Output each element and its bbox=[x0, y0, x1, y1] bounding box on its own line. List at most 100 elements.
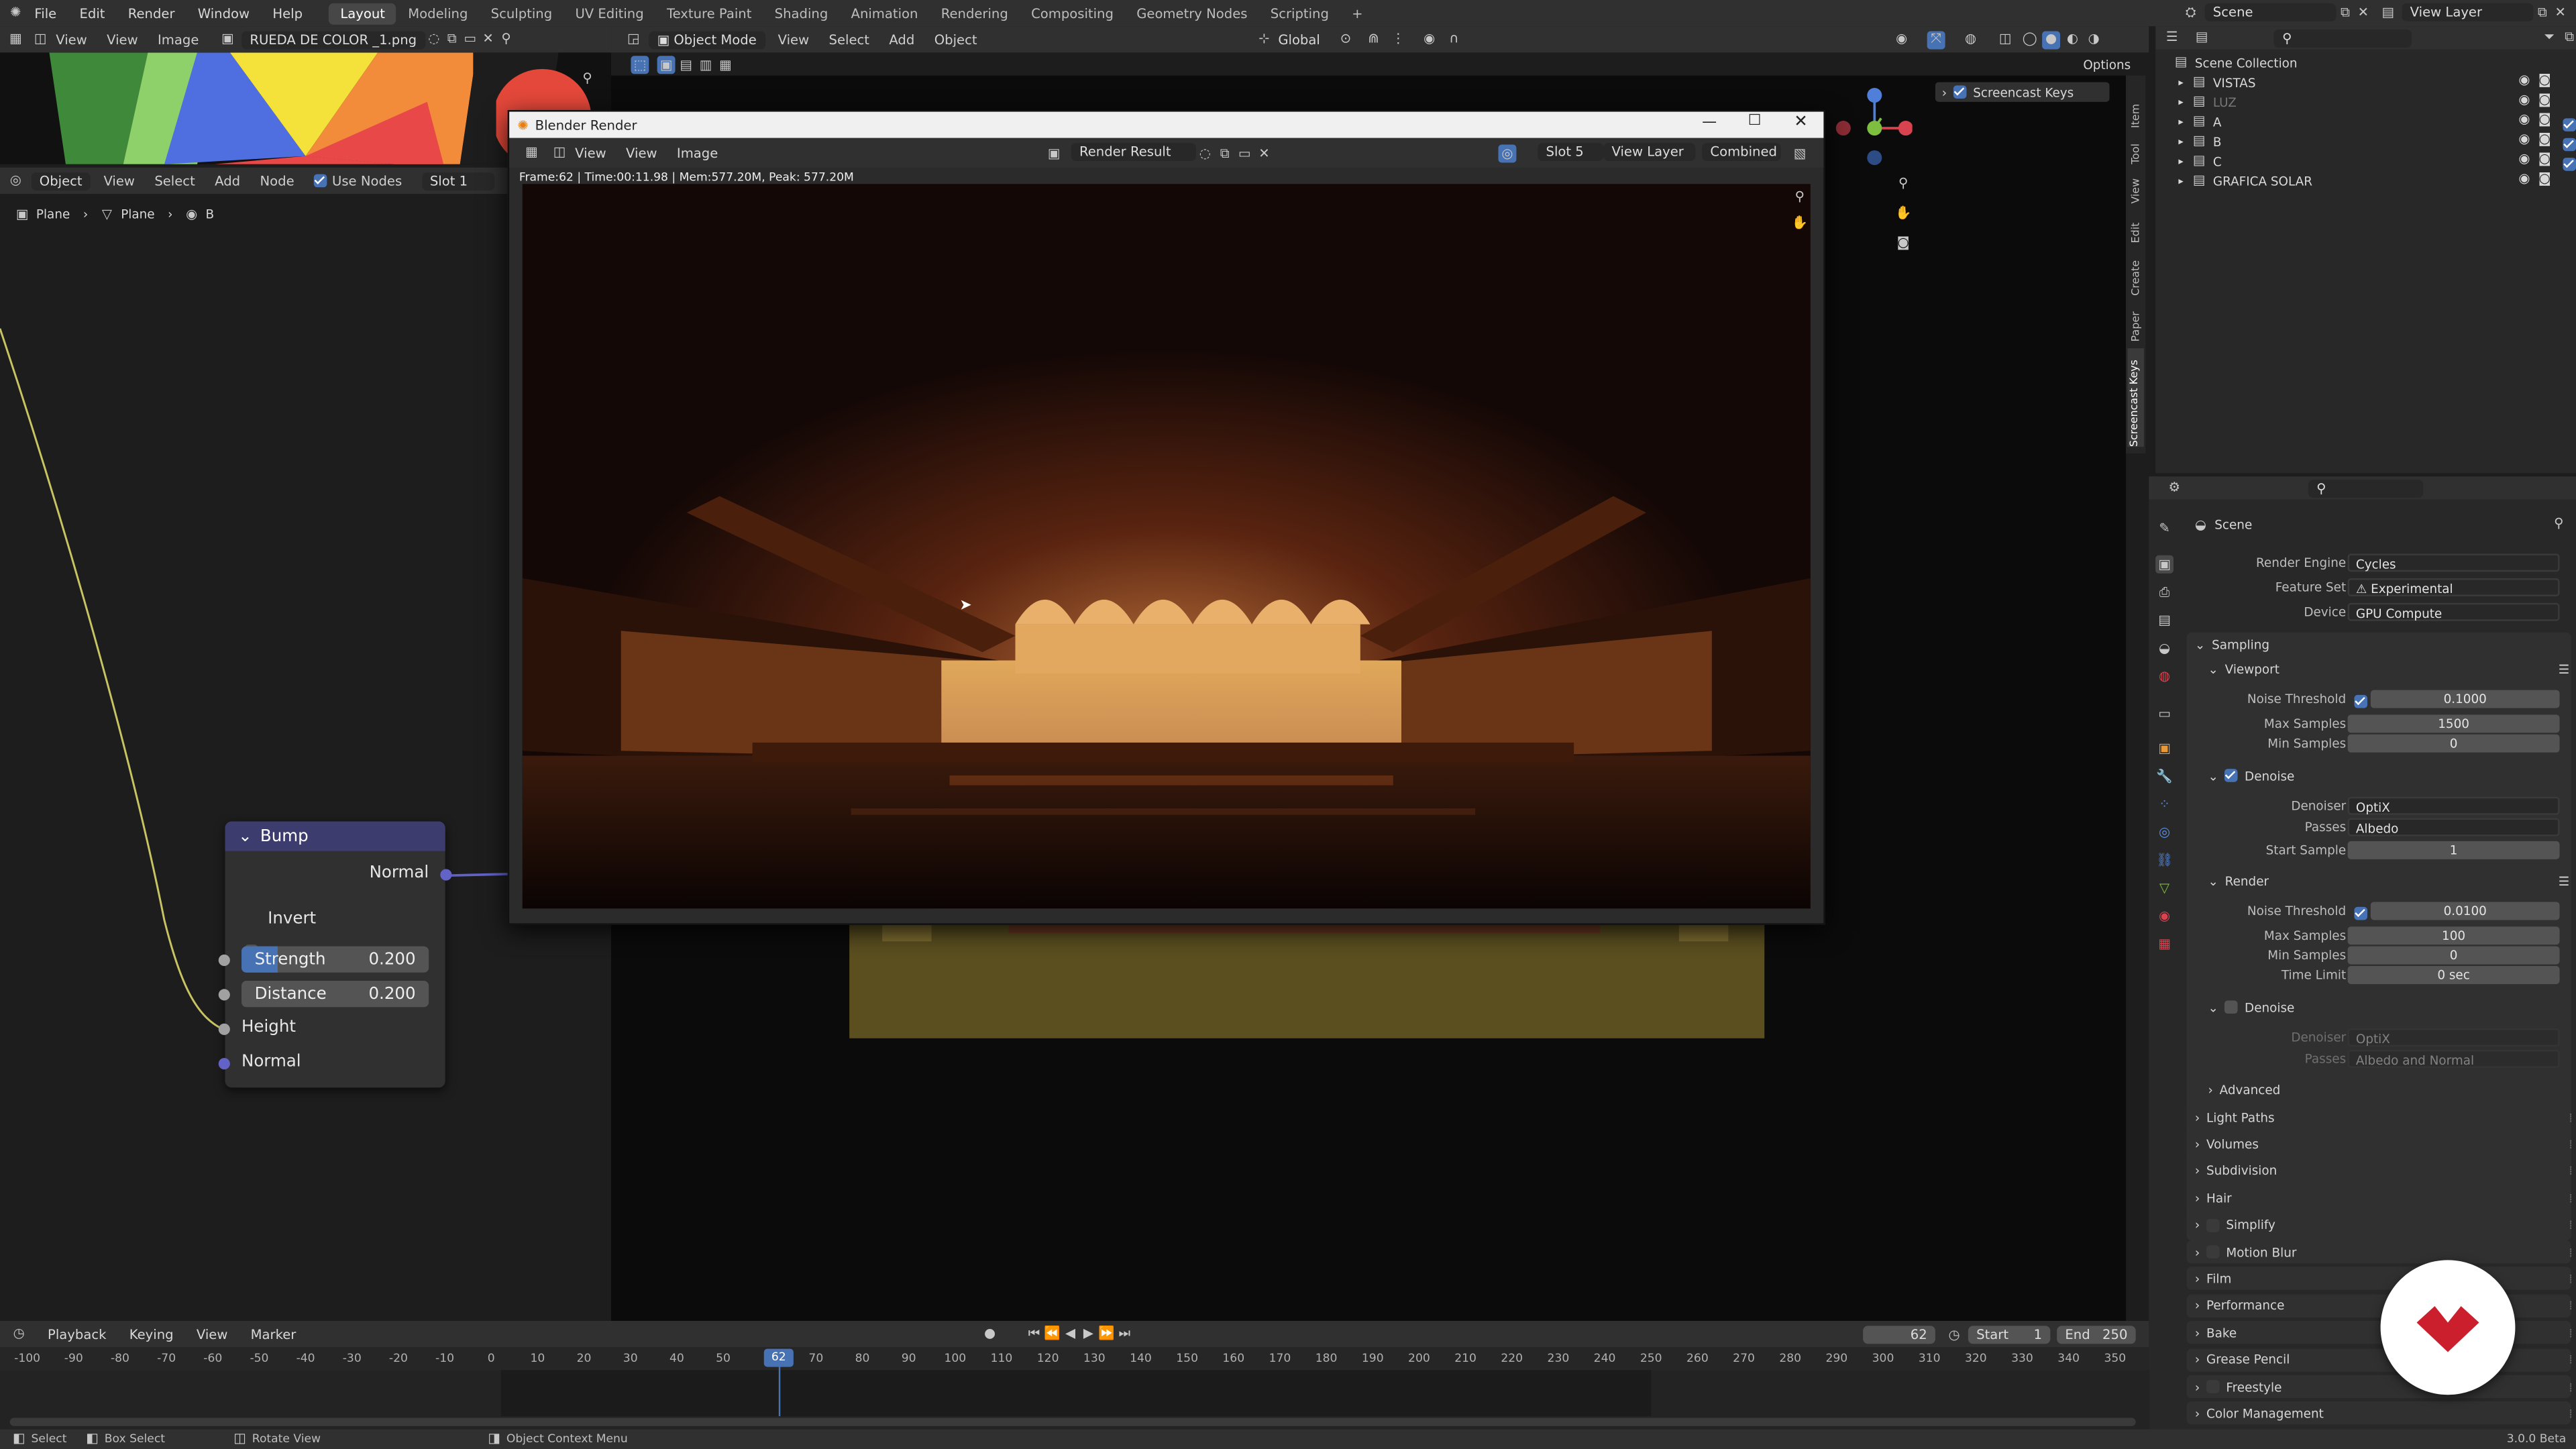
tab-shading[interactable]: Shading bbox=[763, 3, 840, 24]
modifier-tab-icon[interactable]: 🔧 bbox=[2155, 767, 2174, 786]
transform-orientation[interactable]: ⊹ Global ⊙ ⋒ ⋮ ◉ ∩ bbox=[1255, 30, 1463, 48]
vp-denoise-subsection[interactable]: ⌄ Denoise bbox=[2208, 764, 2576, 787]
input-normal-socket[interactable] bbox=[218, 1058, 230, 1070]
navigation-gizmo[interactable] bbox=[1830, 85, 1913, 170]
section-light-paths[interactable]: › Light Paths ⁞ bbox=[2195, 1106, 2576, 1128]
pivot-icon[interactable]: ⊙ bbox=[1336, 30, 1354, 48]
tool-tab-icon[interactable]: ✎ bbox=[2155, 519, 2174, 537]
viewport-menu-select[interactable]: Select bbox=[829, 32, 869, 47]
delete-view-layer-icon[interactable]: ✕ bbox=[2551, 3, 2569, 21]
editor-type-icon[interactable]: ▦ bbox=[7, 30, 25, 48]
output-normal-socket[interactable] bbox=[440, 869, 452, 881]
image-name-field[interactable]: RUEDA DE COLOR _1.png bbox=[241, 30, 425, 49]
select-new-icon[interactable]: ▣ bbox=[657, 56, 676, 74]
object-mode-dropdown[interactable]: ▣ Object Mode bbox=[649, 30, 765, 49]
render-sidebar-icon[interactable]: ▧ bbox=[1790, 145, 1809, 163]
section-simplify[interactable]: › Simplify ⁞ bbox=[2195, 1214, 2576, 1236]
viewport-subsection[interactable]: ⌄ Viewport ☰ bbox=[2208, 657, 2576, 680]
section-checkbox[interactable] bbox=[2206, 1245, 2220, 1258]
render-engine-dropdown[interactable]: Cycles bbox=[2347, 553, 2560, 572]
camera-icon[interactable]: ◙ bbox=[2538, 92, 2551, 107]
bump-node-header[interactable]: ⌄ Bump bbox=[225, 821, 445, 851]
camera-icon[interactable]: ◙ bbox=[2538, 112, 2551, 127]
rendered-shading-icon[interactable]: ◑ bbox=[2085, 30, 2103, 48]
exclude-checkbox[interactable] bbox=[2563, 158, 2576, 171]
outliner-row-c[interactable]: ▸ ▤ C ◉ ◙ bbox=[2155, 151, 2576, 171]
render-unlink-icon[interactable]: ✕ bbox=[1255, 145, 1273, 163]
zoom-icon[interactable]: ⚲ bbox=[578, 69, 596, 87]
pin-icon[interactable]: ⚲ bbox=[497, 30, 515, 48]
snap-icon[interactable]: ⋒ bbox=[1364, 30, 1383, 48]
camera-icon[interactable]: ◙ bbox=[2538, 131, 2551, 146]
collapse-chevron-icon[interactable]: ⌄ bbox=[238, 827, 252, 845]
r-denoiser-dropdown[interactable]: OptiX bbox=[2347, 1027, 2560, 1046]
render-open-icon[interactable]: ▭ bbox=[1236, 145, 1254, 163]
section-drag-icon[interactable]: ⁞ bbox=[2569, 1352, 2573, 1367]
tab-layout[interactable]: Layout bbox=[329, 2, 397, 24]
render-zoom-icon[interactable]: ⚲ bbox=[1790, 187, 1809, 205]
r-max-samples-field[interactable]: 100 bbox=[2347, 926, 2560, 944]
scene-name[interactable]: Scene bbox=[2204, 3, 2337, 21]
render-image-browse-icon[interactable]: ▣ bbox=[1045, 145, 1063, 163]
camera-icon[interactable]: ◙ bbox=[2538, 151, 2551, 166]
r-denoise-subsection[interactable]: ⌄ Denoise bbox=[2208, 996, 2576, 1018]
eye-icon[interactable]: ◉ bbox=[2518, 151, 2530, 166]
tab-screencast-keys[interactable]: Screencast Keys bbox=[2127, 348, 2144, 447]
tab-create[interactable]: Create bbox=[2129, 250, 2143, 296]
select-invert-icon[interactable]: ▦ bbox=[716, 56, 735, 74]
render-list-icon[interactable]: ☰ bbox=[2559, 873, 2569, 888]
advanced-subsection[interactable]: › Advanced bbox=[2208, 1078, 2576, 1101]
eye-icon[interactable]: ◉ bbox=[2518, 92, 2530, 107]
viewport-editor-type-icon[interactable]: ◲ bbox=[625, 30, 643, 48]
view-icon[interactable]: ◫ bbox=[32, 30, 50, 48]
gizmo-icon[interactable]: ⤧ bbox=[1927, 30, 1945, 49]
section-drag-icon[interactable]: ⁞ bbox=[2569, 1218, 2573, 1232]
properties-search-input[interactable]: ⚲ bbox=[2308, 478, 2424, 497]
section-subdivision[interactable]: › Subdivision ⁞ bbox=[2195, 1159, 2576, 1182]
select-subtract-icon[interactable]: ▥ bbox=[696, 56, 714, 74]
expand-chevron-icon[interactable]: ▸ bbox=[2178, 136, 2183, 147]
node-editor-type-icon[interactable]: ◎ bbox=[7, 172, 25, 190]
camera-view-icon[interactable]: ◙ bbox=[1894, 233, 1913, 252]
tab-scripting[interactable]: Scripting bbox=[1259, 3, 1340, 24]
vp-passes-dropdown[interactable]: Albedo bbox=[2347, 817, 2560, 836]
image-menu-view[interactable]: View bbox=[56, 32, 87, 47]
tab-modeling[interactable]: Modeling bbox=[396, 3, 479, 24]
r-time-limit-field[interactable]: 0 sec bbox=[2347, 965, 2560, 983]
render-menu-view[interactable]: View bbox=[575, 146, 606, 160]
object-dropdown[interactable]: Object bbox=[31, 171, 91, 190]
display-mode-icon[interactable]: ▤ bbox=[2195, 29, 2208, 47]
delete-scene-icon[interactable]: ✕ bbox=[2354, 3, 2372, 21]
node-menu-view[interactable]: View bbox=[103, 173, 134, 188]
select-tool-icon[interactable]: ⬚ bbox=[631, 56, 649, 74]
pass-dropdown[interactable]: Combined bbox=[1702, 143, 1781, 162]
section-hair[interactable]: › Hair ⁞ bbox=[2195, 1187, 2576, 1210]
device-dropdown[interactable]: GPU Compute bbox=[2347, 602, 2560, 621]
outliner-row-luz[interactable]: ▸ ▤ LUZ ◉ ◙ bbox=[2155, 92, 2576, 111]
section-drag-icon[interactable]: ⁞ bbox=[2569, 1164, 2573, 1179]
options-dropdown[interactable]: Options bbox=[2083, 58, 2131, 72]
tab-item[interactable]: Item bbox=[2129, 85, 2143, 128]
section-drag-icon[interactable]: ⁞ bbox=[2569, 1191, 2573, 1205]
screencast-keys-checkbox[interactable] bbox=[1953, 85, 1967, 99]
section-drag-icon[interactable]: ⁞ bbox=[2569, 1110, 2573, 1124]
falloff-icon[interactable]: ∩ bbox=[1445, 30, 1463, 48]
new-scene-icon[interactable]: ⧉ bbox=[2336, 3, 2354, 21]
render-fake-user-icon[interactable]: ◌ bbox=[1196, 145, 1214, 163]
outliner-row-b[interactable]: ▸ ▤ B ◉ ◙ bbox=[2155, 131, 2576, 152]
r-passes-dropdown[interactable]: Albedo and Normal bbox=[2347, 1049, 2560, 1067]
eye-icon[interactable]: ◉ bbox=[2518, 112, 2530, 127]
section-checkbox[interactable] bbox=[2206, 1218, 2220, 1232]
proportional-edit-icon[interactable]: ◉ bbox=[1420, 30, 1438, 48]
section-color-management[interactable]: › Color Management ⁞ bbox=[2195, 1402, 2576, 1425]
section-volumes[interactable]: › Volumes ⁞ bbox=[2195, 1132, 2576, 1155]
new-image-icon[interactable]: ⧉ bbox=[443, 30, 461, 48]
expand-chevron-icon[interactable]: ▸ bbox=[2178, 96, 2183, 107]
r-noise-threshold-checkbox[interactable] bbox=[2354, 906, 2368, 920]
solid-shading-icon[interactable]: ● bbox=[2042, 30, 2061, 49]
node-menu-select[interactable]: Select bbox=[154, 173, 195, 188]
slot-dropdown[interactable]: Slot 1 bbox=[421, 171, 494, 190]
render-editor-type-icon[interactable]: ▦ bbox=[523, 144, 541, 162]
tab-tool[interactable]: Tool bbox=[2129, 131, 2143, 164]
tab-geometry-nodes[interactable]: Geometry Nodes bbox=[1125, 3, 1259, 24]
